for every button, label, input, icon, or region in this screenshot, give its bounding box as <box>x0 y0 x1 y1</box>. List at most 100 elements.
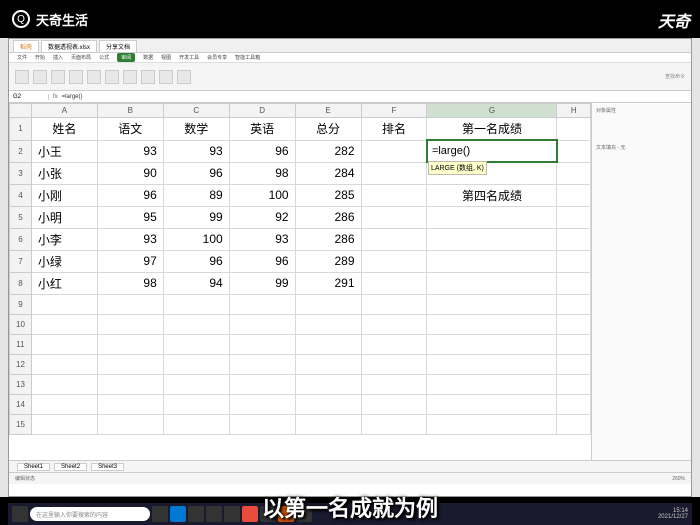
sheet-tab-3[interactable]: Sheet3 <box>91 463 124 471</box>
cell[interactable] <box>427 354 557 374</box>
app-icon[interactable] <box>296 506 312 522</box>
fx-icon[interactable]: fx <box>49 94 62 100</box>
cell[interactable] <box>361 334 427 354</box>
tab-share[interactable]: 分享文档 <box>99 40 137 52</box>
select-all-cell[interactable] <box>10 104 32 118</box>
cell[interactable]: 98 <box>229 162 295 184</box>
cell[interactable] <box>31 314 97 334</box>
cell[interactable] <box>97 294 163 314</box>
cell[interactable]: 93 <box>97 140 163 162</box>
cortana-icon[interactable] <box>152 506 168 522</box>
menu-vip[interactable]: 会员专享 <box>207 54 227 61</box>
taskbar-search[interactable]: 在这里输入你要搜索的内容 <box>30 507 150 521</box>
cell[interactable]: 96 <box>163 162 229 184</box>
cell[interactable] <box>557 140 591 162</box>
cell[interactable] <box>361 394 427 414</box>
taskbar-clock[interactable]: 15:142021/12/27 <box>658 508 688 520</box>
cell[interactable]: 小张 <box>31 162 97 184</box>
cell[interactable] <box>97 394 163 414</box>
row-14[interactable]: 14 <box>10 394 32 414</box>
cell[interactable]: 小明 <box>31 206 97 228</box>
cell[interactable] <box>31 374 97 394</box>
menu-tools[interactable]: 智能工具箱 <box>235 54 260 61</box>
cell[interactable]: 小绿 <box>31 250 97 272</box>
cell[interactable] <box>361 414 427 434</box>
cell[interactable]: 99 <box>163 206 229 228</box>
cell[interactable] <box>97 354 163 374</box>
col-e[interactable]: E <box>295 104 361 118</box>
cell[interactable]: 92 <box>229 206 295 228</box>
cell[interactable]: 99 <box>229 272 295 294</box>
cell[interactable] <box>361 140 427 162</box>
ribbon-format-icon[interactable] <box>123 70 137 84</box>
cell[interactable] <box>31 354 97 374</box>
cell[interactable] <box>295 314 361 334</box>
cell[interactable] <box>361 272 427 294</box>
cell[interactable] <box>427 294 557 314</box>
row-4[interactable]: 4 <box>10 184 32 206</box>
menu-data[interactable]: 数据 <box>143 54 153 61</box>
cell[interactable] <box>229 414 295 434</box>
cell[interactable] <box>361 162 427 184</box>
cell[interactable] <box>163 374 229 394</box>
row-8[interactable]: 8 <box>10 272 32 294</box>
menu-layout[interactable]: 页面布局 <box>71 54 91 61</box>
row-5[interactable]: 5 <box>10 206 32 228</box>
cell[interactable]: 286 <box>295 228 361 250</box>
cell[interactable] <box>361 314 427 334</box>
cell[interactable] <box>295 294 361 314</box>
ribbon-align-icon[interactable] <box>87 70 101 84</box>
menu-review[interactable]: 审阅 <box>117 53 135 62</box>
col-a[interactable]: A <box>31 104 97 118</box>
cell[interactable]: 291 <box>295 272 361 294</box>
cell[interactable] <box>427 250 557 272</box>
cell[interactable] <box>361 374 427 394</box>
col-b[interactable]: B <box>97 104 163 118</box>
cell[interactable]: 100 <box>229 184 295 206</box>
cell[interactable] <box>557 206 591 228</box>
cell[interactable] <box>97 314 163 334</box>
cell[interactable] <box>229 334 295 354</box>
ribbon-font-icon[interactable] <box>51 70 65 84</box>
app-icon[interactable] <box>242 506 258 522</box>
cell[interactable] <box>427 414 557 434</box>
cell[interactable] <box>427 228 557 250</box>
cell[interactable]: 285 <box>295 184 361 206</box>
cell[interactable] <box>229 294 295 314</box>
app-icon[interactable] <box>206 506 222 522</box>
cell[interactable] <box>163 394 229 414</box>
cell[interactable] <box>557 334 591 354</box>
ribbon-paste-icon[interactable] <box>15 70 29 84</box>
formula-input[interactable]: =large() <box>62 94 83 100</box>
row-10[interactable]: 10 <box>10 314 32 334</box>
row-2[interactable]: 2 <box>10 140 32 162</box>
tab-workbook[interactable]: 数据透视表.xlsx <box>41 40 97 52</box>
cell[interactable]: 94 <box>163 272 229 294</box>
cell[interactable] <box>557 394 591 414</box>
row-7[interactable]: 7 <box>10 250 32 272</box>
cell[interactable] <box>31 334 97 354</box>
col-h[interactable]: H <box>557 104 591 118</box>
cell[interactable] <box>229 314 295 334</box>
cell[interactable]: 小刚 <box>31 184 97 206</box>
col-c[interactable]: C <box>163 104 229 118</box>
cell[interactable]: 93 <box>97 228 163 250</box>
cell[interactable] <box>557 354 591 374</box>
cell[interactable] <box>557 118 591 141</box>
cell[interactable] <box>557 272 591 294</box>
cell[interactable] <box>97 334 163 354</box>
cell[interactable] <box>361 228 427 250</box>
cell[interactable] <box>97 374 163 394</box>
cell[interactable] <box>163 314 229 334</box>
row-12[interactable]: 12 <box>10 354 32 374</box>
row-3[interactable]: 3 <box>10 162 32 184</box>
cell[interactable]: 96 <box>97 184 163 206</box>
explorer-icon[interactable] <box>188 506 204 522</box>
row-1[interactable]: 1 <box>10 118 32 141</box>
cell[interactable] <box>361 184 427 206</box>
menu-view[interactable]: 视图 <box>161 54 171 61</box>
cell[interactable]: 96 <box>229 250 295 272</box>
cell[interactable] <box>427 374 557 394</box>
cell[interactable]: 小王 <box>31 140 97 162</box>
menu-dev[interactable]: 开发工具 <box>179 54 199 61</box>
